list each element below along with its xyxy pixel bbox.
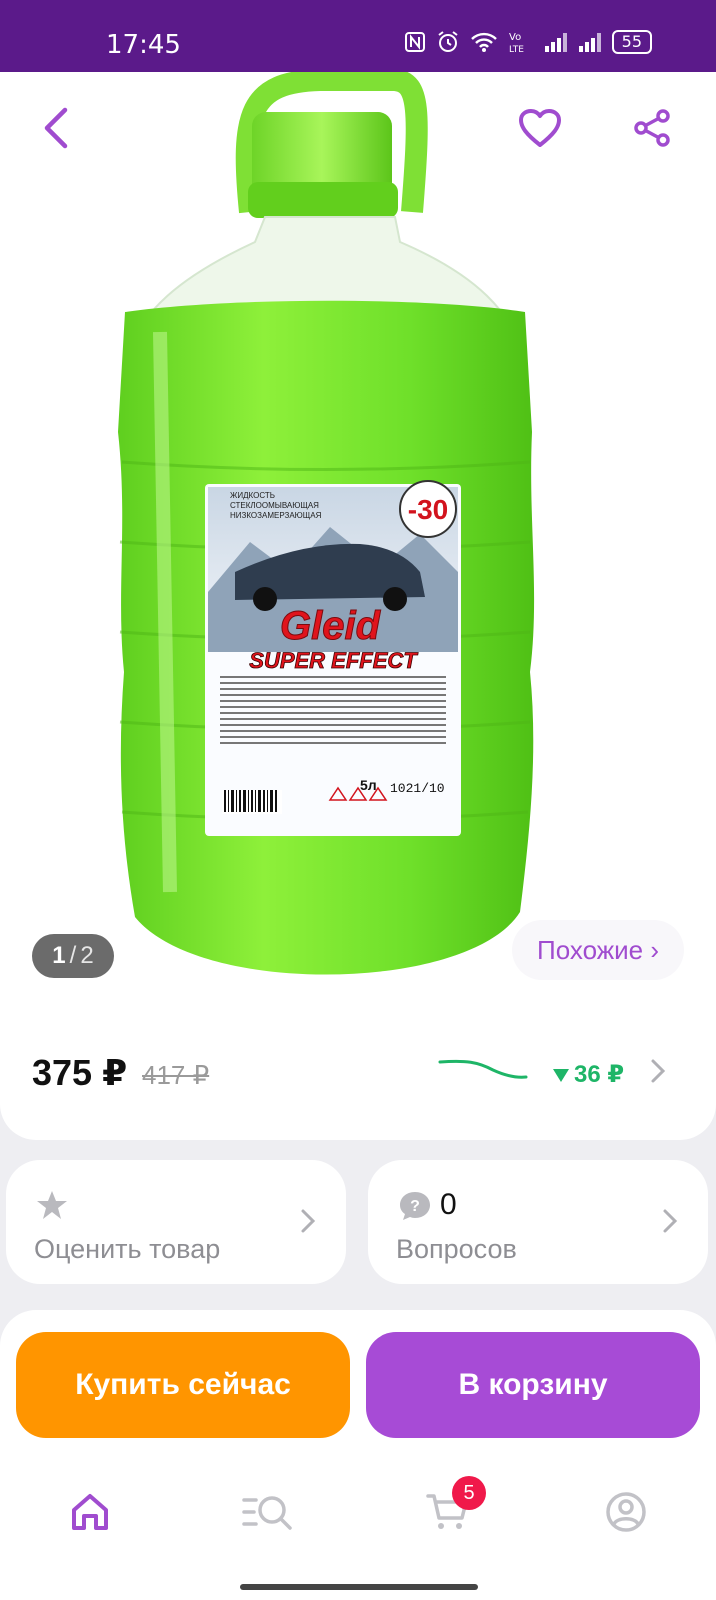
nav-home[interactable] (60, 1484, 120, 1540)
price-drop-amount: 36 ₽ (574, 1061, 625, 1088)
svg-text:Gleid: Gleid (280, 604, 382, 648)
favorite-button[interactable] (510, 98, 570, 158)
back-button[interactable] (26, 98, 86, 158)
svg-text:НИЗКОЗАМЕРЗАЮЩАЯ: НИЗКОЗАМЕРЗАЮЩАЯ (230, 511, 322, 520)
price-drop[interactable]: 36 ₽ (552, 1060, 624, 1089)
add-to-cart-button[interactable]: В корзину (366, 1332, 700, 1438)
current-price: 375 ₽ (32, 1052, 128, 1093)
home-indicator (240, 1584, 478, 1590)
nav-profile[interactable] (596, 1484, 656, 1540)
heart-icon (519, 109, 561, 147)
questions-count: 0 (440, 1188, 457, 1221)
product-image: -30 ЖИДКОСТЬ СТЕКЛООМЫВАЮЩАЯ НИЗКОЗАМЕРЗ… (118, 72, 535, 975)
gallery-total-pages: 2 (80, 942, 94, 969)
rate-product-label: Оценить товар (34, 1234, 221, 1264)
share-icon (634, 109, 670, 147)
chevron-right-icon (301, 1209, 316, 1233)
profile-icon (606, 1492, 646, 1532)
chevron-left-icon (44, 107, 68, 149)
nav-catalog[interactable] (238, 1484, 298, 1540)
alarm-icon (438, 31, 458, 52)
svg-text:1021/10: 1021/10 (390, 781, 445, 796)
gallery-separator: / (69, 942, 77, 969)
svg-text:LTE: LTE (509, 45, 524, 54)
wifi-icon (470, 32, 497, 52)
questions-label: Вопросов (396, 1234, 517, 1264)
triangle-down-icon (553, 1068, 569, 1082)
status-bar: 17:45 Vo LTE 55 (0, 0, 716, 72)
share-button[interactable] (622, 98, 682, 158)
cart-badge: 5 (452, 1476, 486, 1510)
battery-icon: 55 (611, 30, 652, 54)
svg-text:Vo: Vo (509, 32, 521, 43)
gallery-current-page: 1 (52, 942, 66, 969)
chevron-right-icon[interactable] (650, 1058, 666, 1084)
gallery-page-counter: 1 / 2 (32, 934, 114, 978)
status-time: 17:45 (106, 30, 181, 60)
signal-icon (578, 33, 601, 52)
rate-product-card[interactable]: Оценить товар (6, 1160, 346, 1284)
product-image-gallery[interactable]: -30 ЖИДКОСТЬ СТЕКЛООМЫВАЮЩАЯ НИЗКОЗАМЕРЗ… (0, 72, 716, 1037)
svg-text:-30: -30 (408, 494, 448, 525)
status-icons: Vo LTE 55 (404, 30, 652, 54)
price-trend-chart[interactable] (438, 1058, 528, 1088)
home-icon (72, 1494, 108, 1530)
nfc-icon (404, 32, 425, 52)
similar-products-button[interactable]: Похожие › (512, 920, 684, 980)
svg-text:?: ? (410, 1198, 420, 1215)
bottom-navigation: 5 (0, 1456, 716, 1600)
catalog-search-icon (242, 1496, 292, 1530)
svg-text:5л: 5л (360, 777, 377, 793)
svg-text:SUPER EFFECT: SUPER EFFECT (249, 648, 418, 673)
question-icon: ? (400, 1192, 430, 1220)
price-card: 375 ₽ 417 ₽ 36 ₽ (0, 1000, 716, 1140)
svg-text:СТЕКЛООМЫВАЮЩАЯ: СТЕКЛООМЫВАЮЩАЯ (230, 501, 319, 510)
chevron-right-icon (663, 1209, 678, 1233)
star-icon (37, 1191, 67, 1219)
questions-card[interactable]: ? 0 Вопросов (368, 1160, 708, 1284)
buy-now-button[interactable]: Купить сейчас (16, 1332, 350, 1438)
svg-text:ЖИДКОСТЬ: ЖИДКОСТЬ (230, 491, 275, 500)
action-panel: Купить сейчас В корзину (0, 1310, 716, 1456)
old-price: 417 ₽ (142, 1060, 210, 1090)
signal-icon (544, 33, 567, 52)
volte-icon: Vo LTE (509, 32, 524, 54)
